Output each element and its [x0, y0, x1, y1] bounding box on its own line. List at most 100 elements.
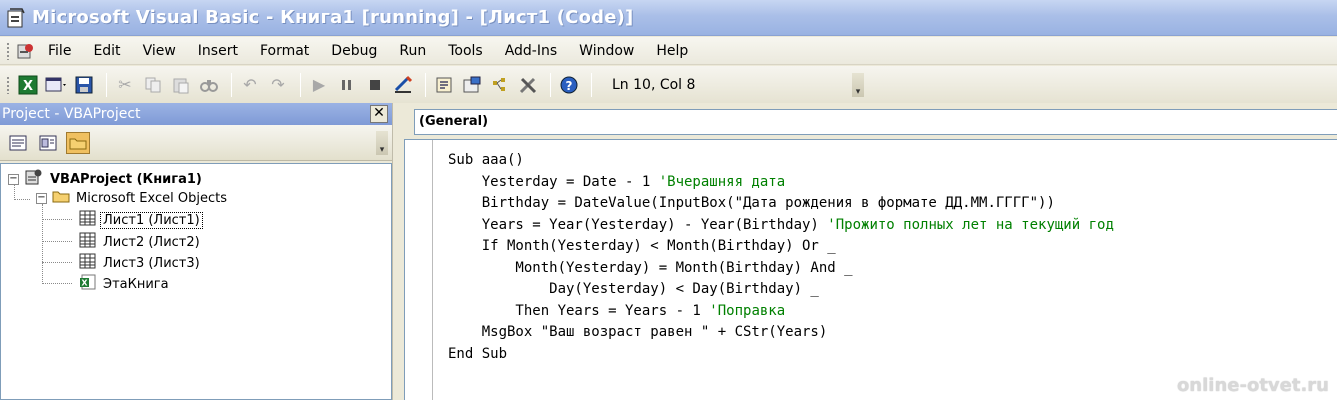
tree-line — [42, 283, 72, 284]
menu-run[interactable]: Run — [399, 43, 426, 59]
tree-line — [42, 219, 72, 220]
tree-node-excel-objects[interactable]: − Microsoft Excel Objects — [36, 189, 229, 207]
menu-grip[interactable] — [6, 41, 10, 60]
menu-edit[interactable]: Edit — [93, 43, 120, 59]
menu-tools[interactable]: Tools — [448, 43, 483, 59]
tree-label-vbaproject: VBAProject (Книга1) — [50, 171, 202, 187]
tree-node-sheet1[interactable]: Лист1 (Лист1) — [79, 210, 203, 230]
menu-format[interactable]: Format — [260, 43, 309, 59]
toolbar-separator — [106, 72, 107, 97]
run-icon[interactable]: ▶ — [307, 73, 331, 97]
toolbar-options-chevron-icon[interactable]: ▾ — [852, 72, 864, 97]
code-line[interactable]: Yesterday = Date - 1 'Вчерашняя дата — [448, 172, 1114, 194]
code-line[interactable]: Sub aaa() — [448, 150, 1114, 172]
project-tree: − VBAProject (Книга1) − Microsoft Excel … — [0, 163, 392, 400]
object-dropdown[interactable]: (General) — [414, 109, 1337, 135]
toolbar-separator — [300, 72, 301, 97]
tree-line — [14, 199, 30, 200]
insert-userform-icon[interactable] — [44, 73, 68, 97]
menu-view[interactable]: View — [143, 43, 176, 59]
code-text: Yesterday = Date - 1 — [448, 173, 659, 190]
code-text: Sub aaa() — [448, 152, 524, 168]
undo-icon[interactable]: ↶ — [238, 73, 262, 97]
break-icon[interactable] — [335, 73, 359, 97]
toolbar-separator — [591, 72, 592, 97]
code-text: Month(Yesterday) = Month(Birthday) And _ — [448, 259, 853, 276]
code-text: MsgBox "Ваш возраст равен " + CStr(Years… — [448, 324, 828, 340]
tree-node-thisworkbook[interactable]: X ЭтаКнига — [79, 274, 171, 294]
code-line[interactable]: Day(Yesterday) < Day(Birthday) _ — [448, 279, 1114, 301]
tree-node-sheet2[interactable]: Лист2 (Лист2) — [79, 232, 202, 252]
tree-label-sheet1: Лист1 (Лист1) — [100, 211, 203, 229]
toolbox-icon[interactable] — [516, 73, 540, 97]
code-line[interactable]: End Sub — [448, 344, 1114, 366]
help-icon[interactable]: ? — [557, 73, 581, 97]
menu-insert[interactable]: Insert — [198, 43, 238, 59]
code-comment: 'Прожито полных лет на текущий год — [827, 216, 1114, 233]
reset-icon[interactable] — [363, 73, 387, 97]
object-browser-icon[interactable] — [488, 73, 512, 97]
code-line[interactable]: MsgBox "Ваш возраст равен " + CStr(Years… — [448, 322, 1114, 344]
menu-window[interactable]: Window — [579, 43, 634, 59]
menu-bar: File Edit View Insert Format Debug Run T… — [0, 37, 1337, 65]
vba-document-icon[interactable] — [16, 42, 36, 60]
workbook-icon: X — [79, 274, 97, 294]
code-line[interactable]: Then Years = Years - 1 'Поправка — [448, 301, 1114, 323]
code-line[interactable]: Month(Yesterday) = Month(Birthday) And _ — [448, 258, 1114, 280]
tree-label-sheet2: Лист2 (Лист2) — [103, 234, 200, 250]
toolbar-separator — [550, 72, 551, 97]
tree-line — [42, 204, 43, 284]
window-title: Microsoft Visual Basic - Книга1 [running… — [32, 7, 634, 28]
properties-window-icon[interactable] — [460, 73, 484, 97]
tree-node-vbaproject[interactable]: − VBAProject (Книга1) — [8, 168, 204, 190]
code-comment: 'Вчерашняя дата — [658, 173, 786, 190]
collapse-icon[interactable]: − — [8, 173, 19, 185]
toolbar-grip[interactable] — [6, 75, 10, 94]
pane-splitter[interactable] — [392, 103, 404, 400]
toolbar-separator — [425, 72, 426, 97]
standard-toolbar: X ✂ ↶ ↷ ▶ ? Ln 10, Col 8 ▾ — [0, 66, 1337, 104]
view-object-icon[interactable] — [36, 132, 60, 154]
close-icon[interactable]: ✕ — [370, 105, 388, 123]
find-icon[interactable] — [197, 73, 221, 97]
toggle-folders-icon[interactable] — [66, 131, 90, 154]
worksheet-icon — [79, 232, 97, 252]
worksheet-icon — [79, 253, 97, 273]
code-text: Day(Yesterday) < Day(Birthday) _ — [448, 281, 819, 297]
code-text: End Sub — [448, 345, 508, 362]
project-explorer-header: Project - VBAProject ✕ — [0, 103, 392, 125]
menu-debug[interactable]: Debug — [331, 43, 377, 59]
code-line[interactable]: If Month(Yesterday) < Month(Birthday) Or… — [448, 236, 1114, 258]
code-text: If Month(Yesterday) < Month(Birthday) Or… — [448, 238, 836, 254]
tree-label-excel-objects: Microsoft Excel Objects — [76, 190, 227, 206]
code-window-header: (General) — [404, 103, 1337, 139]
svg-text:X: X — [23, 79, 33, 94]
tree-line — [42, 241, 72, 242]
menu-add-ins[interactable]: Add-Ins — [505, 43, 557, 59]
menu-file[interactable]: File — [48, 43, 71, 59]
save-icon[interactable] — [72, 73, 96, 97]
project-explorer-icon[interactable] — [432, 73, 456, 97]
view-code-icon[interactable] — [6, 132, 30, 154]
svg-text:X: X — [81, 279, 88, 288]
cut-icon[interactable]: ✂ — [113, 73, 137, 97]
code-line[interactable]: Birthday = DateValue(InputBox("Дата рожд… — [448, 193, 1114, 215]
tree-line — [42, 262, 72, 263]
project-toolbar-chevron-icon[interactable]: ▾ — [376, 130, 388, 155]
view-excel-icon[interactable]: X — [16, 73, 40, 97]
redo-icon[interactable]: ↷ — [266, 73, 290, 97]
paste-icon[interactable] — [169, 73, 193, 97]
tree-label-thisworkbook: ЭтаКнига — [103, 276, 169, 292]
menu-help[interactable]: Help — [656, 43, 688, 59]
margin-indicator-bar[interactable] — [405, 140, 433, 400]
vba-app-icon — [6, 7, 26, 29]
collapse-icon[interactable]: − — [36, 192, 47, 204]
code-text: Birthday = DateValue(InputBox("Дата рожд… — [448, 195, 1055, 211]
code-editor[interactable]: Sub aaa() Yesterday = Date - 1 'Вчерашня… — [404, 139, 1337, 400]
copy-icon[interactable] — [141, 73, 165, 97]
worksheet-icon — [79, 210, 97, 230]
code-text: Years = Year(Yesterday) - Year(Birthday) — [448, 216, 828, 233]
code-line[interactable]: Years = Year(Yesterday) - Year(Birthday)… — [448, 215, 1114, 237]
design-mode-icon[interactable] — [391, 73, 415, 97]
tree-node-sheet3[interactable]: Лист3 (Лист3) — [79, 253, 202, 273]
